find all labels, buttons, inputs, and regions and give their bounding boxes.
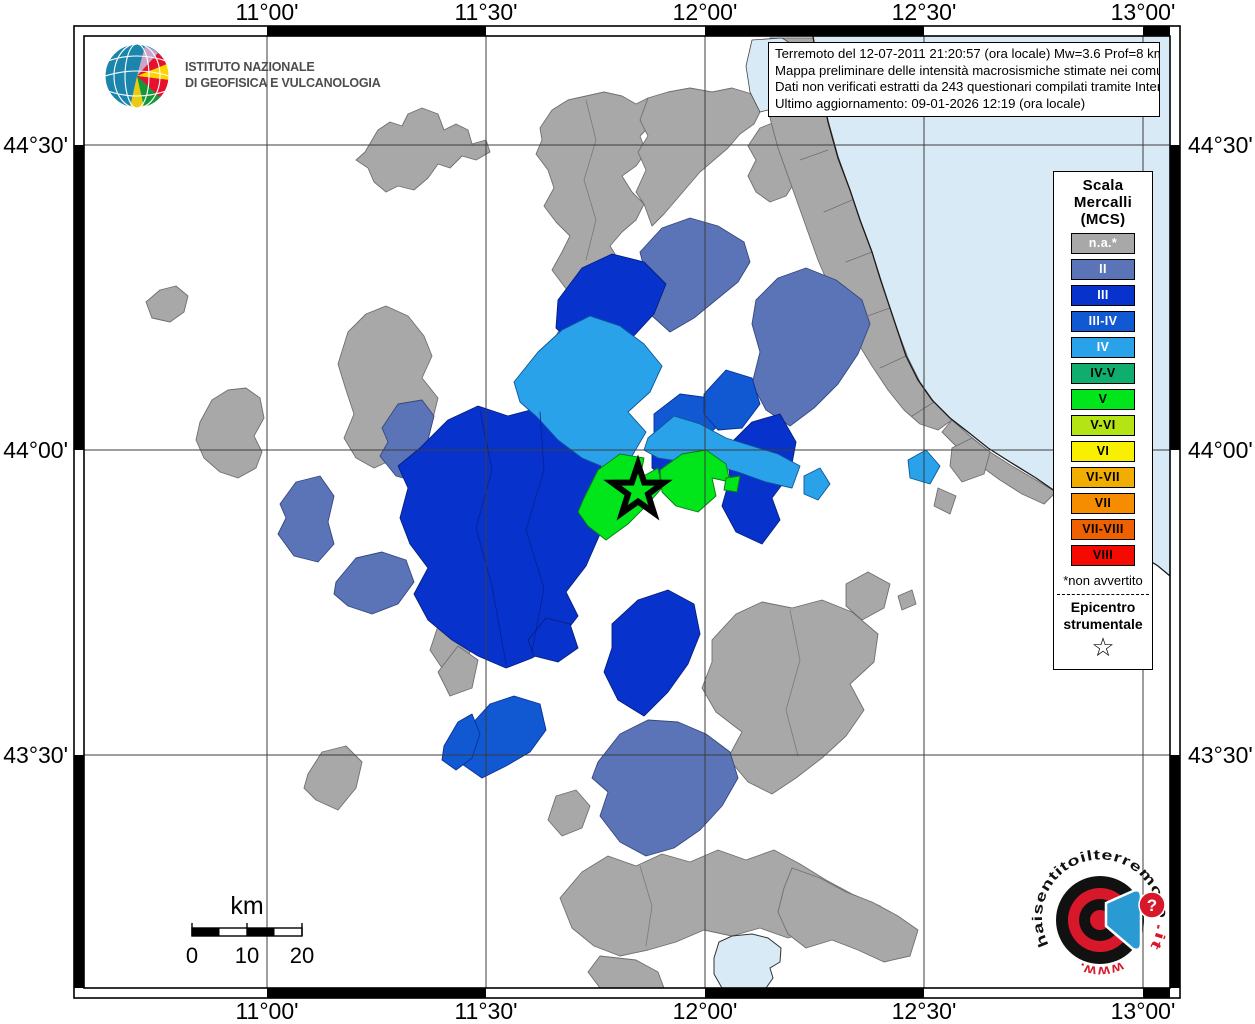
muni-ii xyxy=(591,719,739,857)
legend-epicenter-line2: strumentale xyxy=(1063,616,1143,632)
muni-ii xyxy=(277,475,335,563)
scale-tick-label: 10 xyxy=(235,943,259,968)
muni-na xyxy=(303,745,363,811)
ingv-name-line1: ISTITUTO NAZIONALE xyxy=(185,60,315,74)
legend-swatch-vi: VI xyxy=(1071,441,1135,462)
muni-v xyxy=(723,475,741,493)
legend-epicenter-line1: Epicentro xyxy=(1070,599,1136,615)
legend-swatch-v: V xyxy=(1071,389,1135,410)
muni-iii xyxy=(603,589,701,717)
legend-swatch-label: V xyxy=(1098,392,1108,406)
muni-ii xyxy=(333,551,415,615)
legend-swatch-iii-iv: III-IV xyxy=(1071,311,1135,332)
legend-swatch-vii: VII xyxy=(1071,493,1135,514)
legend-swatch-vii-viii: VII-VIII xyxy=(1071,519,1135,540)
legend-swatch-label: IV-V xyxy=(1090,366,1116,380)
legend-title-line3: (MCS) xyxy=(1080,211,1126,228)
scale-bar: km 0 10 20 xyxy=(186,892,314,968)
muni-na xyxy=(933,487,957,515)
legend-swatch-label: VI xyxy=(1096,444,1110,458)
axis-label: 11°30' xyxy=(454,0,517,25)
legend-title-line1: Scala xyxy=(1082,177,1124,194)
legend-swatch-label: VI-VII xyxy=(1086,470,1120,484)
muni-na xyxy=(195,387,265,479)
legend-swatch-label: n.a.* xyxy=(1088,236,1118,250)
seismic-intensity-map-page: 11°00' 11°30' 12°00' 12°30' 13°00' 11°00… xyxy=(0,0,1255,1024)
legend-title-line2: Mercalli xyxy=(1073,194,1133,211)
scale-tick-label: 0 xyxy=(186,943,198,968)
muni-na xyxy=(355,107,491,193)
legend-swatch-label: III-IV xyxy=(1088,314,1118,328)
ingv-name-line2: DI GEOFISICA E VULCANOLOGIA xyxy=(185,76,381,90)
muni-na xyxy=(897,589,917,611)
earthquake-info-box: Terremoto del 12-07-2011 21:20:57 (ora l… xyxy=(768,42,1160,117)
scale-unit-label: km xyxy=(230,892,263,920)
muni-na xyxy=(587,955,665,989)
muni-iii-iv xyxy=(703,369,761,431)
muni-iv xyxy=(803,467,831,501)
svg-text:.it: .it xyxy=(1147,923,1171,954)
legend-swatch-label: V-VI xyxy=(1090,418,1116,432)
axis-label: 12°00' xyxy=(673,998,738,1024)
legend-swatch-v-vi: V-VI xyxy=(1071,415,1135,436)
info-line-map-type: Mappa preliminare delle intensità macros… xyxy=(775,62,1160,78)
info-line-data-source: Dati non verificati estratti da 243 ques… xyxy=(775,79,1160,94)
axis-label: 12°30' xyxy=(892,998,957,1024)
legend-swatch-label: VII xyxy=(1094,496,1112,510)
legend-divider xyxy=(1057,594,1149,595)
axis-label: 12°00' xyxy=(673,0,738,25)
lake-trasimeno xyxy=(713,933,782,989)
legend-swatch-label: III xyxy=(1097,288,1109,302)
legend-swatch-label: IV xyxy=(1096,340,1110,354)
axis-label: 44°30' xyxy=(3,132,68,158)
legend-swatch-iii: III xyxy=(1071,285,1135,306)
axis-label: 43°30' xyxy=(1188,742,1253,768)
hsit-question-mark: ? xyxy=(1147,896,1157,915)
axis-label: 11°00' xyxy=(235,0,298,25)
info-line-event: Terremoto del 12-07-2011 21:20:57 (ora l… xyxy=(775,46,1160,61)
legend-footnote: *non avvertito xyxy=(1063,573,1143,588)
legend-swatch-label: VII-VIII xyxy=(1082,522,1124,536)
axis-label: 11°30' xyxy=(454,998,517,1024)
axis-label: 44°00' xyxy=(1188,437,1253,463)
muni-na xyxy=(635,87,763,227)
axis-label: 12°30' xyxy=(892,0,957,25)
legend-swatch-viii: VIII xyxy=(1071,545,1135,566)
axis-label: 13°00' xyxy=(1111,0,1176,25)
legend-swatch-iv-v: IV-V xyxy=(1071,363,1135,384)
legend-swatch-label: VIII xyxy=(1092,548,1114,562)
scale-tick-label: 20 xyxy=(290,943,314,968)
axis-label: 44°00' xyxy=(3,437,68,463)
axis-label: 43°30' xyxy=(3,742,68,768)
info-line-updated: Ultimo aggiornamento: 09-01-2026 12:19 (… xyxy=(775,95,1086,111)
muni-na xyxy=(547,789,591,837)
muni-na xyxy=(777,867,919,963)
axis-label: 44°30' xyxy=(1188,132,1253,158)
legend-swatch-vi-vii: VI-VII xyxy=(1071,467,1135,488)
legend-epicenter-star-icon: ☆ xyxy=(1091,632,1115,662)
legend-swatch-iv: IV xyxy=(1071,337,1135,358)
axis-label: 13°00' xyxy=(1111,998,1176,1024)
axis-label: 11°00' xyxy=(235,998,298,1024)
legend-swatch-label: II xyxy=(1099,262,1107,276)
muni-na xyxy=(145,285,189,323)
hsit-logo: haisentitoilterremoto .it www. ? xyxy=(1029,846,1171,980)
legend-swatch-na: n.a.* xyxy=(1071,233,1135,254)
legend-swatch-ii: II xyxy=(1071,259,1135,280)
hsit-arc-suffix: .it xyxy=(1147,923,1170,954)
ingv-logo: ISTITUTO NAZIONALE DI GEOFISICA E VULCAN… xyxy=(104,43,381,109)
legend: Scala Mercalli (MCS) n.a.* II III III-IV… xyxy=(1053,171,1153,670)
